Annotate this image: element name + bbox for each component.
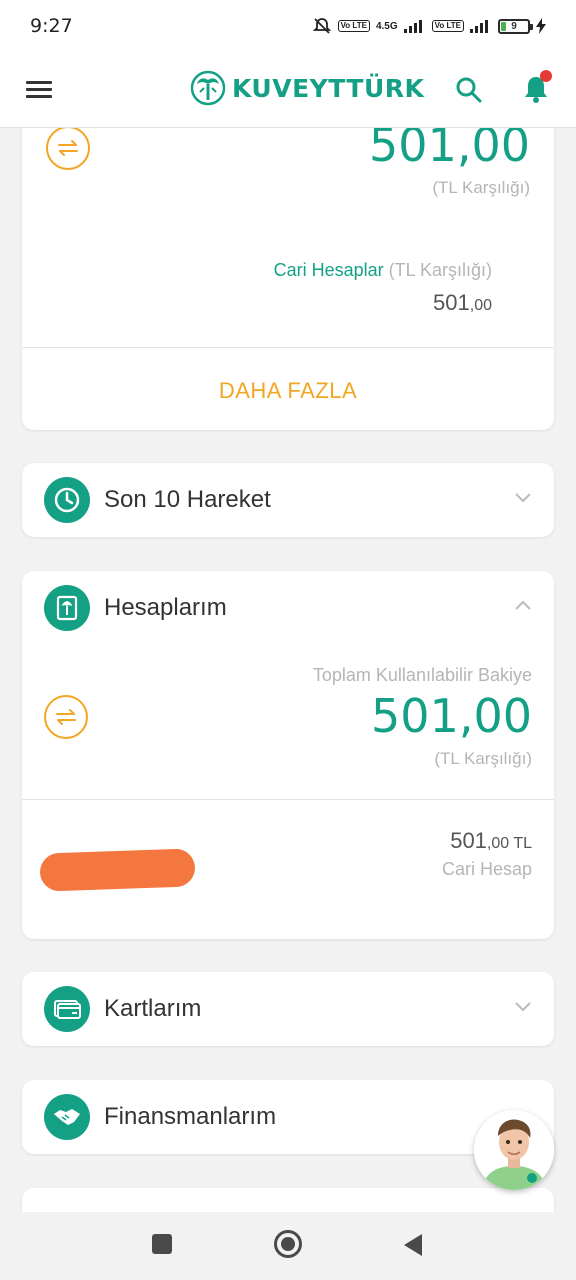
- currency-exchange-icon[interactable]: [46, 126, 90, 170]
- chevron-up-icon[interactable]: [514, 599, 532, 611]
- balance-note: (TL Karşılığı): [434, 749, 532, 768]
- section-header: Kartlarım: [44, 986, 201, 1032]
- notification-badge: [540, 70, 552, 82]
- network-type: 4.5G: [375, 20, 398, 32]
- charging-icon: [536, 18, 546, 34]
- card-divider: [22, 347, 554, 348]
- section-header: Finansmanlarım: [44, 1094, 276, 1140]
- last-10-transactions-card[interactable]: Son 10 Hareket: [22, 463, 554, 537]
- status-icons: Vo LTE 4.5G Vo LTE 9: [312, 16, 546, 36]
- brand-name: KUVEYTTÜRK: [232, 73, 425, 103]
- section-header[interactable]: Hesaplarım: [44, 585, 227, 631]
- app-bar: KUVEYTTÜRK: [0, 52, 576, 128]
- volte-badge-2: Vo LTE: [431, 20, 464, 32]
- status-bar: 9:27 Vo LTE 4.5G Vo LTE 9: [0, 0, 576, 52]
- signal-icon-2: [470, 20, 488, 33]
- available-balance: 501,00: [371, 689, 532, 743]
- volte-badge: Vo LTE: [337, 20, 370, 32]
- back-button[interactable]: [404, 1234, 422, 1256]
- chevron-down-icon[interactable]: [514, 491, 532, 503]
- credit-card-icon: [44, 986, 90, 1032]
- accounts-card: Hesaplarım Toplam Kullanılabilir Bakiye …: [22, 571, 554, 939]
- cari-label-text: Cari Hesaplar: [273, 260, 384, 280]
- account-type: Cari Hesap: [441, 859, 532, 879]
- section-title-finansmanlarim: Finansmanlarım: [104, 1103, 277, 1130]
- cari-note: (TL Karşılığı): [388, 260, 492, 280]
- virtual-assistant-avatar[interactable]: [474, 1110, 554, 1190]
- mute-bell-icon: [312, 18, 331, 34]
- currency-exchange-icon[interactable]: [44, 695, 88, 739]
- hamburger-menu-icon[interactable]: [26, 81, 52, 98]
- handshake-icon: [44, 1094, 90, 1140]
- more-button[interactable]: DAHA FAZLA: [22, 378, 554, 404]
- section-title-son10: Son 10 Hareket: [104, 486, 271, 513]
- cari-amount: 501,00: [433, 290, 492, 316]
- cari-amount-int: 501: [433, 290, 470, 315]
- battery-level: 9: [511, 20, 517, 32]
- home-button[interactable]: [274, 1230, 302, 1258]
- summary-card: 501,00 (TL Karşılığı) Cari Hesaplar (TL …: [22, 90, 554, 430]
- search-icon[interactable]: [455, 76, 483, 104]
- battery-icon: 9: [498, 18, 533, 34]
- account-balance[interactable]: 501,00 TL: [450, 828, 532, 854]
- section-title-kartlarim: Kartlarım: [104, 995, 202, 1022]
- cari-amount-dec: ,00: [469, 297, 492, 314]
- section-header: Son 10 Hareket: [44, 477, 271, 523]
- chevron-down-icon[interactable]: [514, 1000, 532, 1012]
- card-divider: [22, 799, 554, 800]
- recent-apps-button[interactable]: [152, 1234, 172, 1254]
- cari-hesaplar-label: Cari Hesaplar (TL Karşılığı): [274, 260, 492, 281]
- system-navigation-bar: [0, 1212, 576, 1280]
- cards-card[interactable]: Kartlarım: [22, 972, 554, 1046]
- palm-logo-icon: [190, 70, 226, 106]
- amount-note: (TL Karşılığı): [432, 178, 530, 197]
- account-amount-dec: ,00 TL: [486, 835, 532, 852]
- account-amount-int: 501: [450, 828, 487, 853]
- signal-icon: [403, 20, 422, 33]
- bank-account-icon: [44, 585, 90, 631]
- clock-icon: [44, 477, 90, 523]
- status-time: 9:27: [30, 15, 73, 37]
- brand-logo: KUVEYTTÜRK: [190, 70, 424, 106]
- total-available-label: Toplam Kullanılabilir Bakiye: [312, 665, 532, 685]
- redacted-account-name: [39, 848, 196, 892]
- section-title-hesaplarim: Hesaplarım: [104, 594, 227, 621]
